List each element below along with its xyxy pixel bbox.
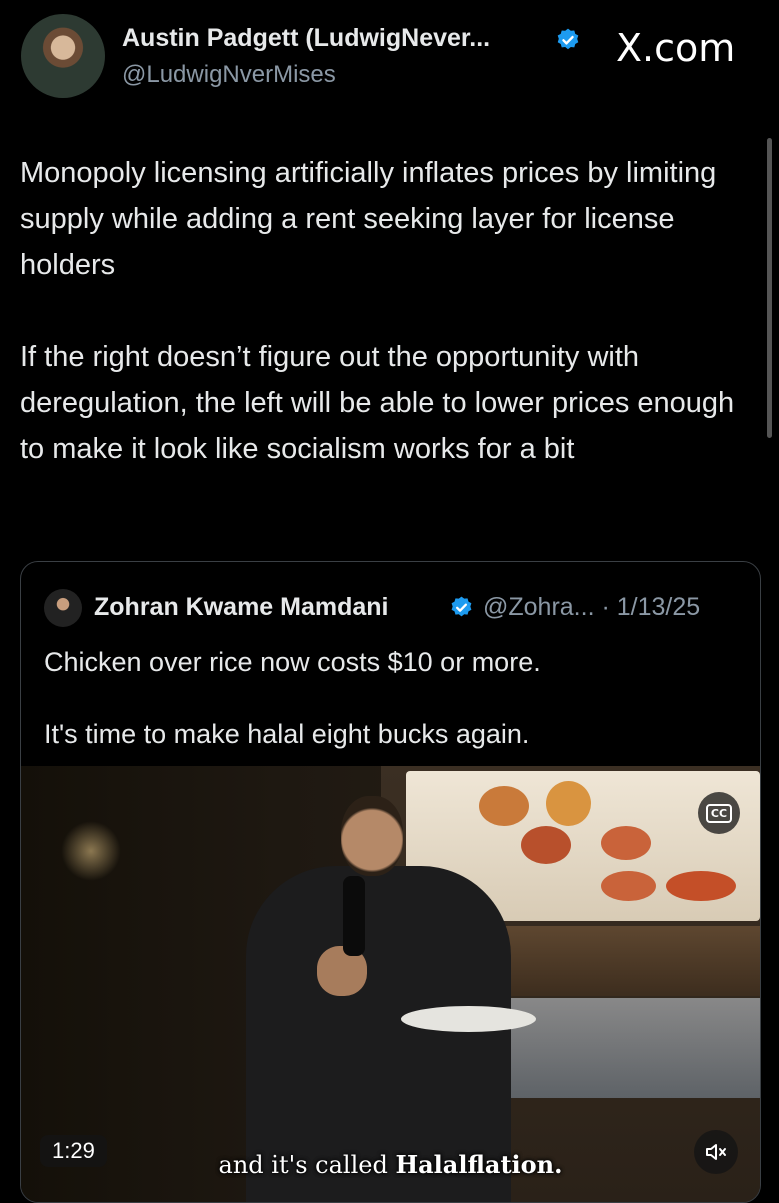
quoted-handle-date[interactable]: @Zohra... · 1/13/25 (483, 593, 700, 622)
subtitle-text: and it's called (218, 1151, 396, 1179)
tweet-body: Monopoly licensing artificially inflates… (20, 150, 760, 472)
quoted-paragraph-2: It's time to make halal eight bucks agai… (44, 719, 530, 749)
food-image (601, 826, 651, 860)
display-glass (501, 998, 760, 1098)
food-image (601, 871, 656, 901)
person-head (341, 796, 403, 876)
quoted-author-name[interactable]: Zohran Kwame Mamdani (94, 593, 389, 622)
quoted-author-avatar[interactable] (44, 589, 82, 627)
speaker-muted-icon (706, 1144, 726, 1160)
author-avatar[interactable] (21, 14, 105, 98)
scrollbar[interactable] (767, 138, 772, 438)
quoted-tweet-body: Chicken over rice now costs $10 or more.… (44, 644, 541, 752)
food-image (479, 786, 529, 826)
tweet-paragraph-2: If the right doesn’t figure out the oppo… (20, 341, 735, 465)
street-light (61, 821, 121, 881)
quoted-tweet[interactable]: Zohran Kwame Mamdani @Zohra... · 1/13/25… (20, 561, 761, 1203)
microphone (343, 876, 365, 956)
food-image (546, 781, 591, 826)
food-image (666, 871, 736, 901)
mute-button[interactable] (694, 1130, 738, 1174)
subtitle-emphasis: Halalflation. (395, 1150, 563, 1179)
video-subtitle: and it's called Halalflation. (21, 1150, 760, 1179)
food-image (521, 826, 571, 864)
tweet-paragraph-1: Monopoly licensing artificially inflates… (20, 157, 717, 281)
captions-button[interactable]: CC (698, 792, 740, 834)
author-handle[interactable]: @LudwigNverMises (122, 61, 336, 89)
author-name[interactable]: Austin Padgett (LudwigNever... (122, 24, 490, 53)
site-logo: X.com (616, 26, 736, 70)
video-player[interactable]: CC 1:29 and it's called Halalflation. (21, 766, 760, 1202)
quoted-paragraph-1: Chicken over rice now costs $10 or more. (44, 647, 541, 677)
captions-icon: CC (705, 803, 733, 823)
quoted-verified-badge-icon (451, 596, 472, 617)
food-plate (401, 1006, 536, 1032)
verified-badge-icon (557, 28, 579, 50)
